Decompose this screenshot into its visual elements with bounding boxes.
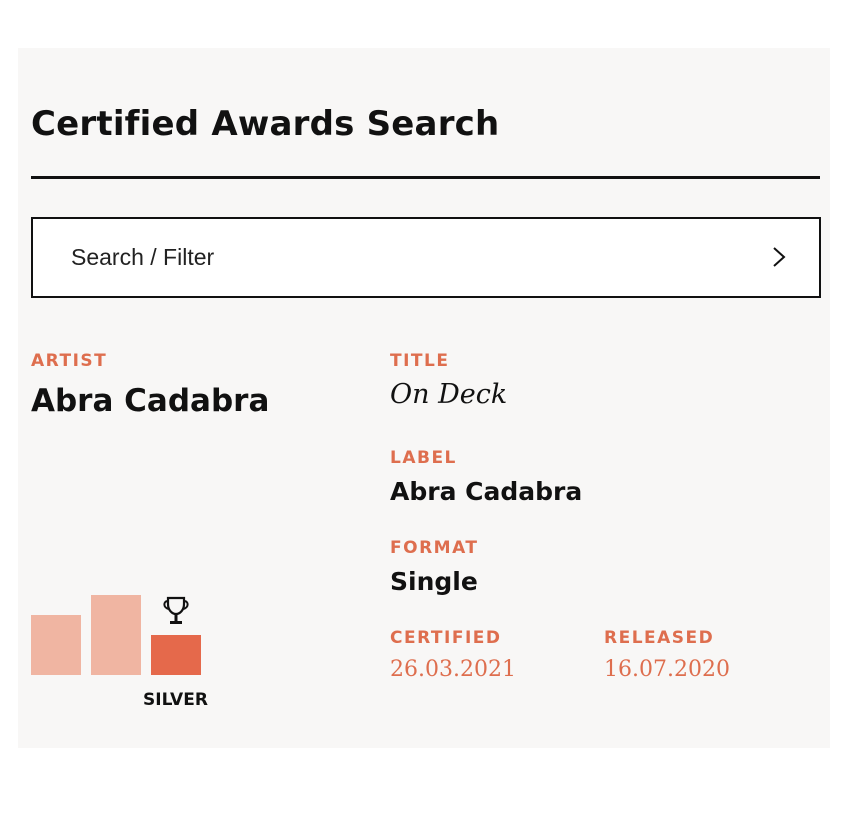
certified-date: 26.03.2021	[390, 657, 516, 682]
award-level: SILVER	[143, 690, 208, 710]
chevron-right-icon	[773, 247, 786, 267]
page-title: Certified Awards Search	[31, 104, 500, 144]
released-label: RELEASED	[604, 628, 715, 648]
format-value: Single	[390, 567, 478, 596]
artist-value: Abra Cadabra	[31, 383, 270, 419]
certified-label: CERTIFIED	[390, 628, 502, 648]
title-value: On Deck	[390, 379, 508, 410]
title-divider	[31, 176, 820, 179]
podium-step-2	[91, 595, 141, 675]
search-filter-label: Search / Filter	[71, 244, 215, 270]
format-label: FORMAT	[390, 538, 479, 558]
podium-step-1	[31, 615, 81, 675]
released-date: 16.07.2020	[604, 657, 730, 682]
search-filter-button[interactable]: Search / Filter	[31, 217, 821, 298]
trophy-icon	[163, 596, 189, 624]
podium-step-3	[151, 635, 201, 675]
artist-label: ARTIST	[31, 351, 108, 371]
record-label-value: Abra Cadabra	[390, 477, 583, 506]
page: Certified Awards Search Search / Filter …	[0, 0, 850, 822]
title-label: TITLE	[390, 351, 450, 371]
record-label-label: LABEL	[390, 448, 457, 468]
